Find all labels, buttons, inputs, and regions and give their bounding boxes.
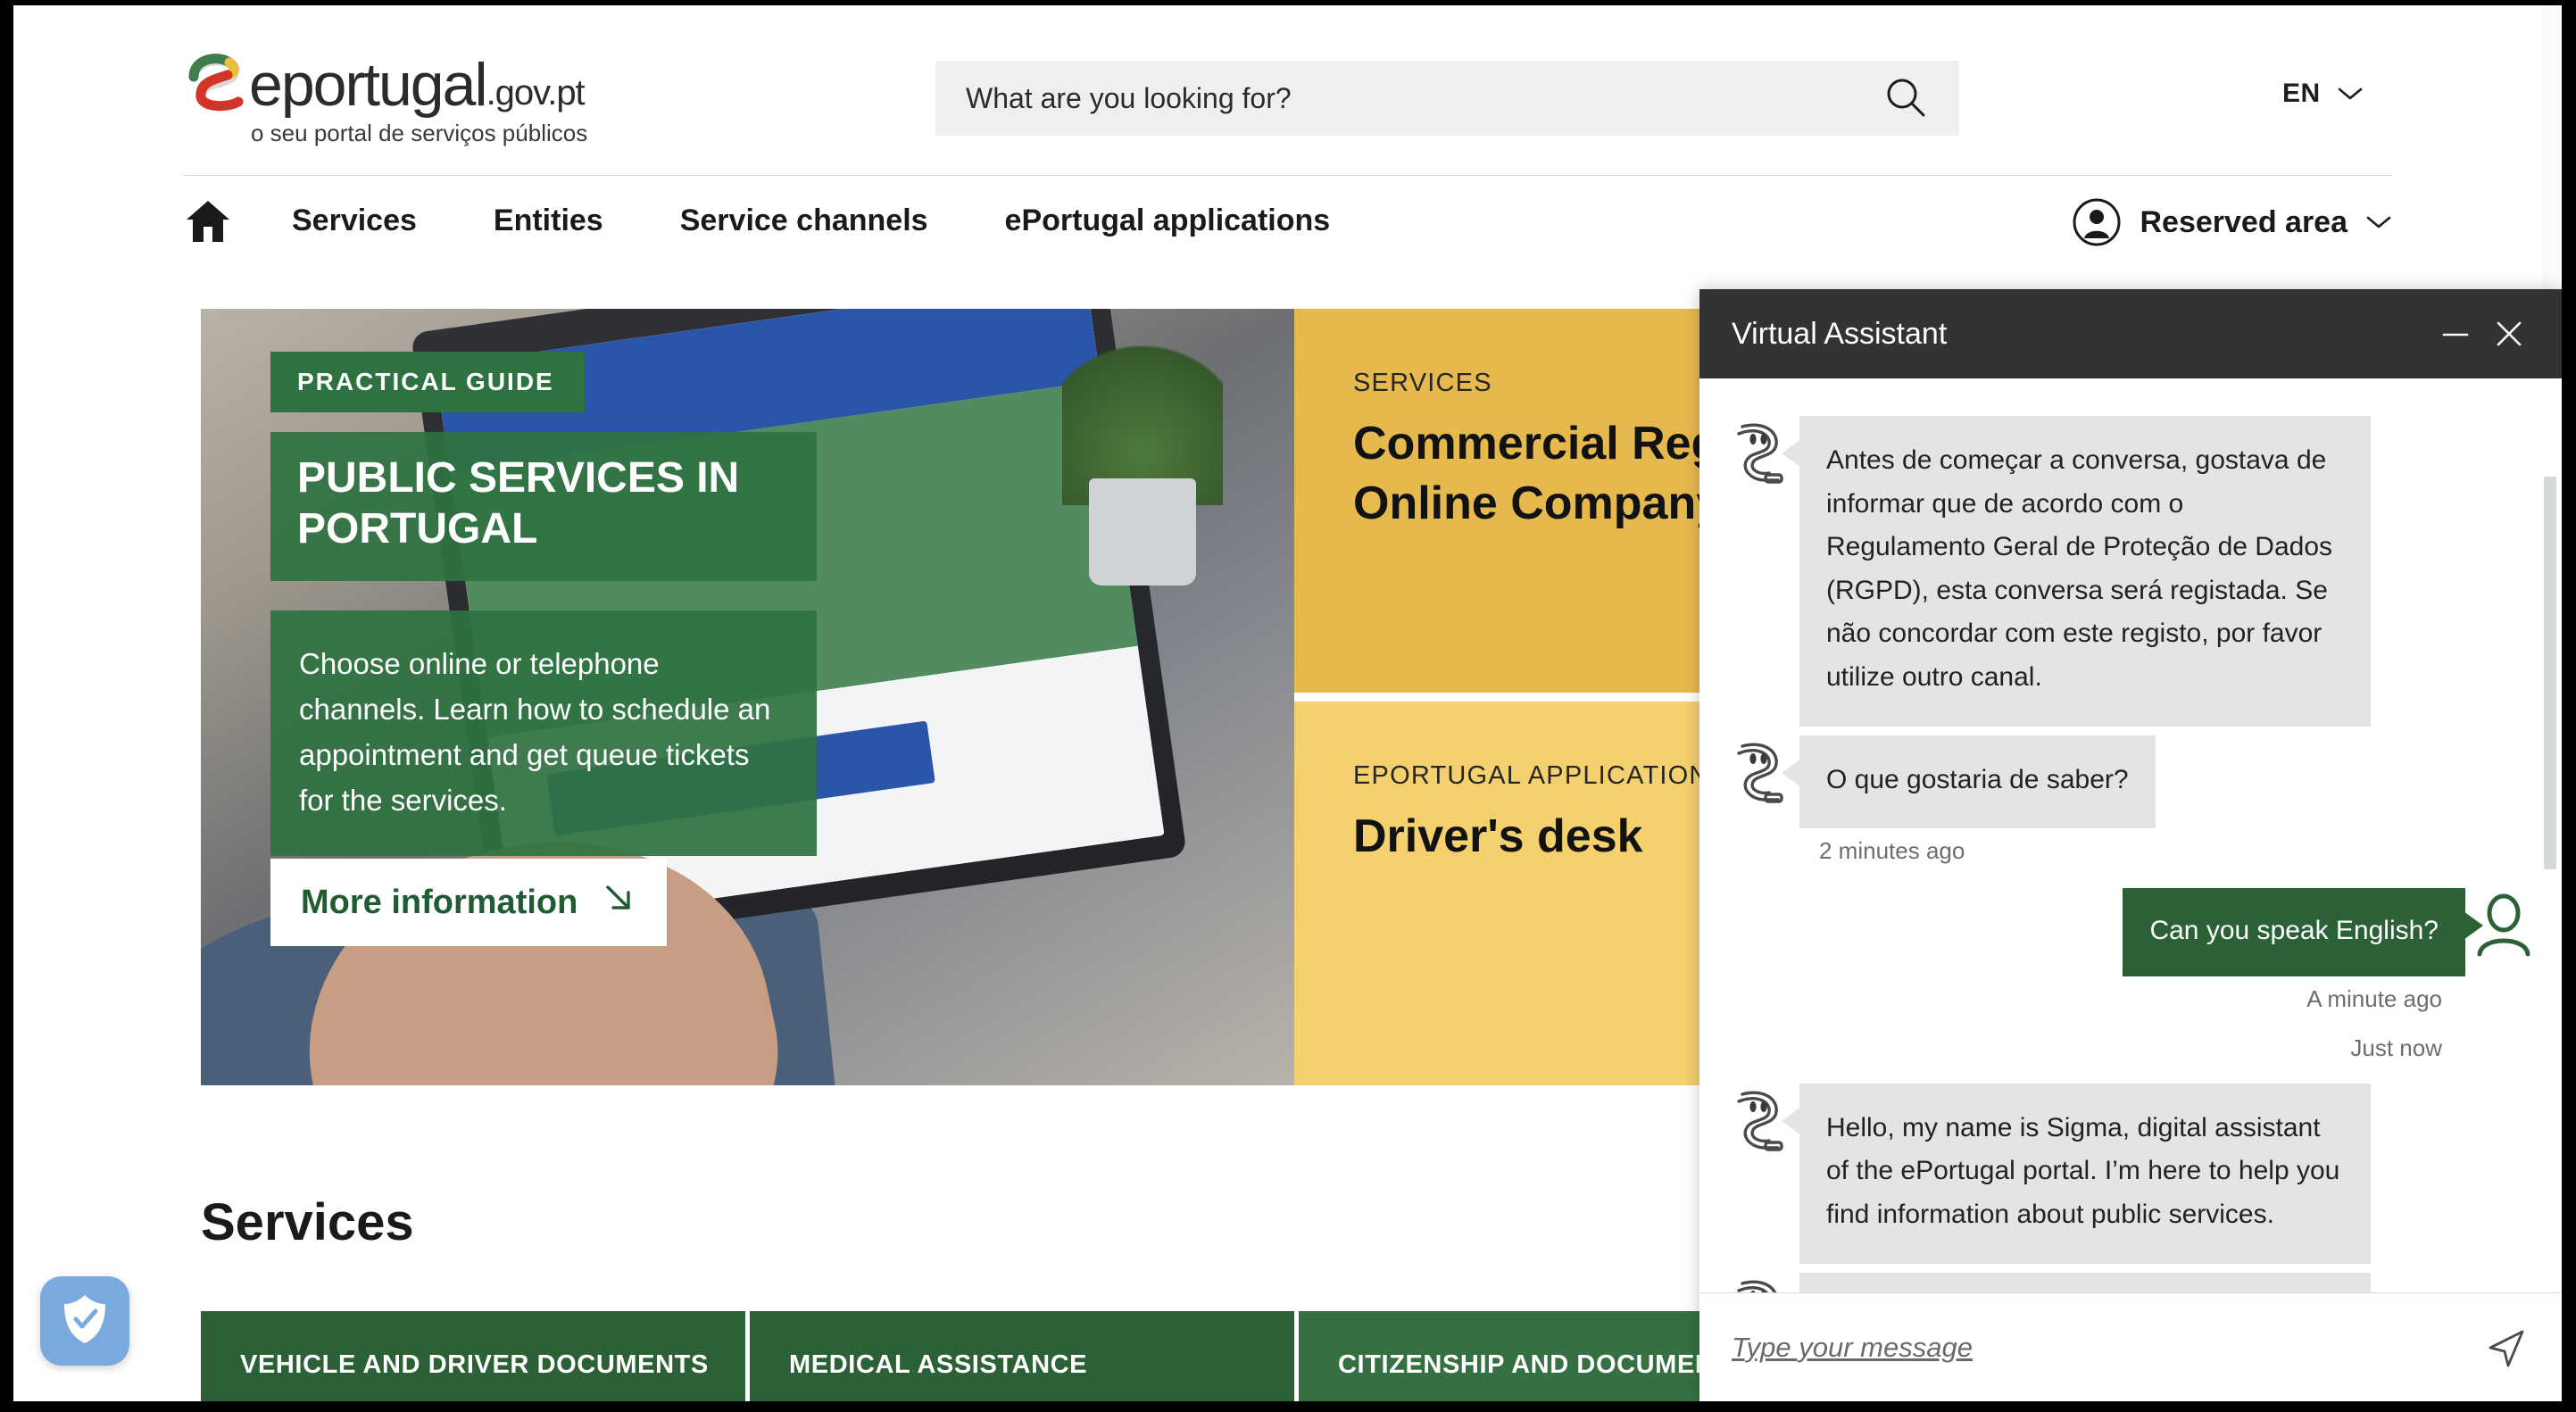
- logo-tld-text: .gov.pt: [486, 73, 586, 112]
- minimize-icon[interactable]: [2435, 313, 2476, 354]
- chat-scrollbar[interactable]: [2544, 477, 2556, 869]
- reserved-area-menu[interactable]: Reserved area: [2072, 197, 2392, 247]
- hero-kicker: PRACTICAL GUIDE: [270, 352, 585, 412]
- chat-bubble: Antes de começar a conversa, gostava de …: [1782, 416, 2371, 727]
- robot-avatar-icon: [1726, 421, 1789, 489]
- chat-message-bot: Hello, my name is Sigma, digital assista…: [1726, 1083, 2535, 1264]
- chat-header: Virtual Assistant: [1699, 289, 2562, 378]
- chat-bubble: Hello, my name is Sigma, digital assista…: [1782, 1083, 2371, 1264]
- chat-bubble: O que gostaria de saber?: [1782, 735, 2156, 829]
- logo-wordmark: eportugal .gov.pt: [183, 45, 620, 120]
- more-information-button[interactable]: More information: [270, 859, 668, 946]
- chat-timestamp-just-now: Just now: [2350, 1034, 2442, 1061]
- user-circle-icon: [2072, 197, 2122, 247]
- service-tile-vehicle-and-driver-documents[interactable]: VEHICLE AND DRIVER DOCUMENTS: [201, 1311, 745, 1401]
- robot-avatar-icon: [1726, 741, 1789, 809]
- window-frame-top: [0, 0, 2576, 5]
- nav-item-eportugal-applications[interactable]: ePortugal applications: [1005, 203, 1331, 238]
- nav-item-entities[interactable]: Entities: [494, 203, 603, 238]
- service-tile-medical-assistance[interactable]: MEDICAL ASSISTANCE: [750, 1311, 1294, 1401]
- chat-message-user: Can you speak English?: [1726, 888, 2535, 976]
- chat-message-bot: O que gostaria de saber?: [1726, 735, 2535, 829]
- window-frame-left: [0, 0, 13, 1412]
- home-icon[interactable]: [183, 196, 233, 246]
- service-tile-label: MEDICAL ASSISTANCE: [789, 1350, 1088, 1379]
- search-bar[interactable]: [935, 61, 1959, 136]
- chat-message-bot: Antes de começar a conversa, gostava de …: [1726, 416, 2535, 727]
- shield-check-icon: [57, 1292, 112, 1351]
- language-label: EN: [2282, 79, 2321, 108]
- services-heading: Services: [201, 1193, 414, 1251]
- hero-description: Choose online or telephone channels. Lea…: [270, 610, 817, 856]
- main-navigation: Services Entities Service channels ePort…: [183, 175, 2392, 266]
- chevron-down-icon: [2365, 214, 2392, 230]
- chat-message-list[interactable]: Antes de começar a conversa, gostava de …: [1699, 378, 2562, 1292]
- page-viewport: eportugal .gov.pt o seu portal de serviç…: [13, 5, 2562, 1401]
- logo-tagline: o seu portal de serviços públicos: [251, 120, 588, 146]
- search-input[interactable]: [966, 81, 1882, 115]
- security-badge-button[interactable]: [40, 1276, 129, 1366]
- robot-avatar-icon: [1726, 1278, 1789, 1292]
- send-icon[interactable]: [2483, 1325, 2530, 1371]
- language-selector[interactable]: EN: [2282, 79, 2364, 109]
- chat-bubble: [1799, 1272, 2371, 1292]
- chat-message-input[interactable]: [1732, 1331, 2483, 1364]
- site-logo[interactable]: eportugal .gov.pt o seu portal de serviç…: [183, 45, 620, 146]
- hero-title: PUBLIC SERVICES IN PORTUGAL: [270, 432, 817, 582]
- service-tile-label: CITIZENSHIP AND DOCUMENTS: [1338, 1350, 1749, 1379]
- nav-item-service-channels[interactable]: Service channels: [680, 203, 928, 238]
- chevron-down-icon: [2337, 86, 2364, 102]
- chat-timestamp: 2 minutes ago: [1819, 837, 1965, 865]
- chat-input-bar: [1699, 1292, 2562, 1401]
- search-icon[interactable]: [1882, 75, 1929, 121]
- chat-bubble: Can you speak English?: [2123, 888, 2483, 976]
- virtual-assistant-widget: Virtual Assistant Antes de começar a con…: [1699, 289, 2562, 1401]
- hero-photo-pot: [1089, 478, 1196, 586]
- reserved-area-label: Reserved area: [2140, 204, 2347, 239]
- nav-item-services[interactable]: Services: [292, 203, 417, 238]
- chat-timestamp: A minute ago: [2306, 984, 2442, 1012]
- window-frame-bottom: [0, 1401, 2576, 1412]
- eportugal-e-icon: [183, 45, 247, 114]
- chat-message-bot-partial: [1726, 1272, 2535, 1292]
- service-tile-label: VEHICLE AND DRIVER DOCUMENTS: [240, 1350, 709, 1379]
- hero-banner-image: PRACTICAL GUIDE PUBLIC SERVICES IN PORTU…: [201, 309, 1294, 1085]
- robot-avatar-icon: [1726, 1089, 1789, 1157]
- close-icon[interactable]: [2489, 313, 2530, 354]
- browser-window: eportugal .gov.pt o seu portal de serviç…: [0, 0, 2576, 1412]
- site-header: eportugal .gov.pt o seu portal de serviç…: [13, 5, 2562, 175]
- logo-brand-text: eportugal: [249, 51, 488, 120]
- window-frame-right: [2562, 0, 2576, 1412]
- arrow-down-right-icon: [601, 880, 636, 925]
- more-information-label: More information: [301, 883, 578, 921]
- chat-title: Virtual Assistant: [1732, 316, 1948, 351]
